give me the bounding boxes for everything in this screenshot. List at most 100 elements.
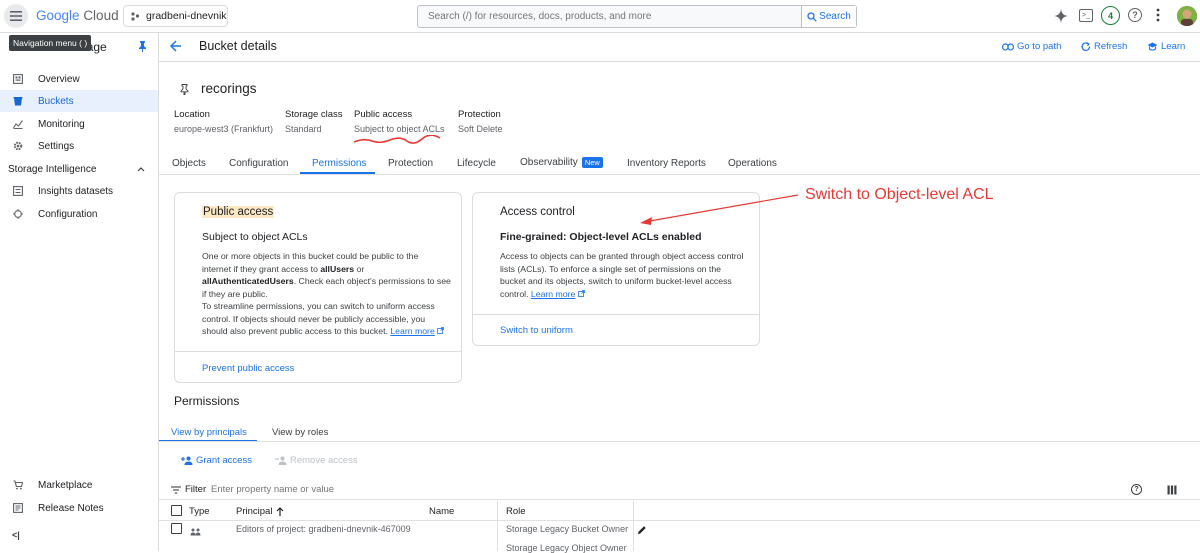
refresh-label: Refresh [1094, 41, 1128, 52]
column-header-role[interactable]: Role [506, 506, 526, 517]
help-button[interactable]: ? [1128, 8, 1142, 22]
sidebar-item-insights-datasets[interactable]: Insights datasets [0, 180, 158, 202]
more-vert-icon [1156, 8, 1160, 22]
row-principal: Editors of project: gradbeni-dnevnik-467… [236, 524, 411, 534]
sparkle-icon [1054, 9, 1068, 23]
select-all-checkbox[interactable] [171, 505, 182, 516]
desc-line: control. If objects should never be publ… [202, 313, 426, 324]
dataset-icon [12, 185, 24, 197]
learn-more-link[interactable]: Learn more [390, 326, 434, 336]
sidebar-item-label: Configuration [38, 208, 98, 220]
new-badge: New [581, 157, 603, 168]
grant-access-button[interactable]: Grant access [181, 455, 252, 466]
tab-objects[interactable]: Objects [172, 158, 206, 169]
remove-access-button[interactable]: Remove access [275, 455, 358, 466]
notifications-button[interactable]: 4 [1101, 6, 1120, 25]
annotation-text: Switch to Object-level ACL [805, 186, 994, 203]
view-by-roles-tab[interactable]: View by roles [272, 427, 328, 438]
pin-icon [139, 41, 146, 52]
terminal-icon: >_ [1082, 12, 1090, 19]
table-help-button[interactable]: ? [1131, 484, 1142, 495]
filter-button[interactable]: Filter [171, 484, 206, 495]
project-name: gradbeni-dnevnik [146, 10, 227, 22]
desc-line: allAuthenticatedUsers. Check each object… [202, 276, 451, 286]
view-by-principals-tab[interactable]: View by principals [171, 427, 247, 438]
column-header-principal[interactable]: Principal [236, 506, 284, 517]
prevent-public-access-button[interactable]: Prevent public access [202, 363, 294, 374]
tab-observability[interactable]: Observability New [520, 157, 603, 168]
sidebar-item-configuration[interactable]: Configuration [0, 203, 158, 225]
pin-button[interactable] [138, 41, 147, 55]
search-button[interactable]: Search [801, 6, 856, 27]
learn-more-link[interactable]: Learn more [531, 289, 575, 299]
tab-observability-label: Observability [520, 157, 578, 168]
collapse-sidebar-button[interactable]: <| [12, 530, 20, 540]
desc-line: should also prevent public access to thi… [202, 325, 457, 338]
row-role: Storage Legacy Bucket Owner [506, 524, 629, 534]
bucket-name: recorings [201, 81, 257, 96]
desc-line: One or more objects in this bucket could… [202, 251, 419, 261]
column-header-principal-label: Principal [236, 506, 273, 517]
sidebar-item-label: Buckets [38, 95, 74, 107]
avatar[interactable] [1177, 6, 1197, 26]
edit-role-button[interactable] [637, 524, 647, 538]
person-remove-icon [275, 456, 287, 465]
more-options-button[interactable] [1156, 8, 1162, 25]
search-icon [807, 11, 817, 22]
row-checkbox[interactable] [171, 523, 182, 534]
tab-permissions[interactable]: Permissions [312, 158, 366, 169]
column-icon [1167, 485, 1177, 495]
sidebar-item-label: Overview [38, 73, 80, 85]
refresh-button[interactable]: Refresh [1081, 41, 1127, 52]
filter-label: Filter [185, 484, 207, 495]
monitoring-icon [12, 118, 24, 130]
prop-location-label: Location [174, 109, 210, 120]
sidebar-item-monitoring[interactable]: Monitoring [0, 113, 158, 135]
desc-line: Access to objects can be granted through… [500, 251, 744, 261]
tab-lifecycle[interactable]: Lifecycle [457, 158, 496, 169]
public-access-card: Public access Subject to object ACLs One… [174, 192, 462, 383]
cloud-shell-button[interactable]: >_ [1079, 9, 1093, 22]
tab-configuration[interactable]: Configuration [229, 158, 288, 169]
tab-operations[interactable]: Operations [728, 158, 777, 169]
gemini-button[interactable] [1054, 9, 1068, 26]
learn-label: Learn [1161, 41, 1186, 52]
project-picker[interactable]: gradbeni-dnevnik [123, 5, 228, 27]
go-to-path-label: Go to path [1017, 41, 1062, 52]
sidebar-item-overview[interactable]: Overview [0, 68, 158, 90]
back-button[interactable] [169, 40, 182, 55]
hamburger-menu-button[interactable] [4, 4, 28, 28]
menu-icon [10, 11, 22, 21]
filter-input[interactable] [211, 482, 511, 497]
access-control-subtitle: Fine-grained: Object-level ACLs enabled [500, 231, 702, 243]
sidebar-item-label: Monitoring [38, 118, 85, 130]
sidebar-item-settings[interactable]: Settings [0, 135, 158, 157]
overview-icon [12, 73, 24, 85]
column-header-type[interactable]: Type [189, 506, 210, 517]
external-link-icon [577, 289, 585, 297]
sidebar-item-label: Release Notes [38, 502, 104, 514]
column-display-button[interactable] [1167, 484, 1177, 498]
go-to-path-button[interactable]: Go to path [1002, 41, 1061, 52]
sidebar-section-storage-intelligence[interactable]: Storage Intelligence [0, 158, 158, 180]
sidebar-item-buckets[interactable]: Buckets [0, 90, 158, 112]
tab-protection[interactable]: Protection [388, 158, 433, 169]
desc-line: To streamline permissions, you can switc… [202, 301, 435, 311]
brand-google: Google [36, 8, 80, 23]
google-cloud-logo[interactable]: Google Cloud [36, 8, 119, 23]
tab-inventory-reports[interactable]: Inventory Reports [627, 158, 706, 169]
prop-public-access-label: Public access [354, 109, 413, 120]
search-input[interactable] [418, 6, 803, 27]
bucket-pin [180, 84, 189, 98]
column-header-name[interactable]: Name [429, 506, 454, 517]
switch-to-uniform-button[interactable]: Switch to uniform [500, 325, 573, 336]
filter-icon [171, 485, 181, 494]
sidebar-item-release-notes[interactable]: Release Notes [0, 497, 158, 519]
help-icon: ? [1132, 10, 1138, 20]
brand-cloud: Cloud [83, 8, 119, 23]
prop-public-access-value: Subject to object ACLs [354, 124, 445, 134]
sidebar-item-marketplace[interactable]: Marketplace [0, 474, 158, 496]
learn-button[interactable]: Learn [1147, 41, 1185, 52]
access-control-description: Access to objects can be granted through… [500, 250, 758, 300]
notes-icon [12, 502, 24, 514]
